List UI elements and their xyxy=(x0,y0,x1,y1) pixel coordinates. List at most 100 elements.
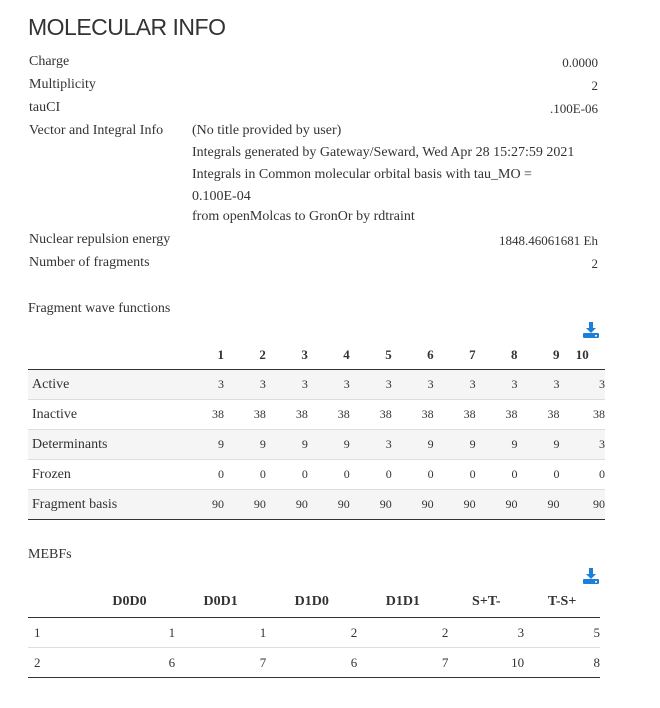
column-header: 10 xyxy=(559,341,605,370)
vector-info-line: (No title provided by user) xyxy=(192,123,342,138)
download-icon[interactable] xyxy=(583,568,599,584)
table-row: Frozen 0 0 0 0 0 0 0 0 0 0 xyxy=(28,459,605,490)
table-cell: 9 xyxy=(182,429,224,460)
table-cell: 38 xyxy=(182,399,224,430)
column-header: 4 xyxy=(307,341,350,370)
mebfs-table: D0D0 D0D1 D1D0 D1D1 S+T- T-S+ 1 1 1 2 2 … xyxy=(28,587,600,678)
table-cell: 8 xyxy=(524,647,600,678)
table-cell: 0 xyxy=(433,459,476,490)
column-header: 8 xyxy=(475,341,518,370)
table-cell: 3 xyxy=(448,617,525,648)
table-cell: 0 xyxy=(391,459,434,490)
row-label: 1 xyxy=(28,617,84,648)
table-header-row: 1 2 3 4 5 6 7 8 9 10 xyxy=(28,341,605,370)
fragment-wave-functions-title: Fragment wave functions xyxy=(28,301,171,316)
table-row: Active 3 3 3 3 3 3 3 3 3 3 xyxy=(28,369,605,400)
fragments-count-value: 2 xyxy=(591,256,599,271)
table-cell: 0 xyxy=(182,459,224,490)
table-cell: 38 xyxy=(223,399,266,430)
table-cell: 7 xyxy=(175,647,267,678)
vector-info-line: 0.100E-04 xyxy=(192,189,251,204)
table-row: 1 1 1 2 2 3 5 xyxy=(28,617,600,648)
table-cell: 90 xyxy=(182,489,224,520)
column-header: D0D0 xyxy=(84,587,176,618)
row-label: Fragment basis xyxy=(28,489,182,520)
table-cell: 5 xyxy=(524,617,600,648)
download-icon[interactable] xyxy=(583,322,599,338)
vector-info-line: from openMolcas to GronOr by rdtraint xyxy=(192,209,415,224)
table-cell: 9 xyxy=(475,429,518,460)
mebfs-title: MEBFs xyxy=(28,547,72,562)
table-cell: 90 xyxy=(391,489,434,520)
table-cell: 2 xyxy=(266,617,358,648)
table-cell: 2 xyxy=(357,617,449,648)
table-cell: 6 xyxy=(266,647,358,678)
column-header: S+T- xyxy=(448,587,525,618)
table-cell: 0 xyxy=(265,459,308,490)
table-cell: 9 xyxy=(307,429,350,460)
column-header: D1D1 xyxy=(357,587,449,618)
table-cell: 38 xyxy=(559,399,605,430)
column-header: 7 xyxy=(433,341,476,370)
table-cell: 0 xyxy=(223,459,266,490)
table-cell: 3 xyxy=(223,369,266,400)
table-cell: 90 xyxy=(517,489,560,520)
table-cell: 3 xyxy=(559,369,605,400)
table-cell: 3 xyxy=(559,429,605,460)
table-cell: 3 xyxy=(307,369,350,400)
table-cell: 90 xyxy=(265,489,308,520)
table-cell: 3 xyxy=(182,369,224,400)
table-cell: 3 xyxy=(349,369,392,400)
table-cell: 1 xyxy=(84,617,176,648)
table-cell: 90 xyxy=(223,489,266,520)
corner-cell xyxy=(28,341,182,370)
table-row: Determinants 9 9 9 9 3 9 9 9 9 3 xyxy=(28,429,605,460)
column-header: 9 xyxy=(517,341,560,370)
table-cell: 1 xyxy=(175,617,267,648)
tauci-label: tauCI xyxy=(29,100,61,115)
nuclear-repulsion-label: Nuclear repulsion energy xyxy=(29,232,171,247)
column-header: D1D0 xyxy=(266,587,358,618)
table-cell: 3 xyxy=(349,429,392,460)
row-label: Inactive xyxy=(28,399,182,430)
column-header: T-S+ xyxy=(524,587,600,618)
table-cell: 90 xyxy=(559,489,605,520)
column-header: 3 xyxy=(265,341,308,370)
table-header-row: D0D0 D0D1 D1D0 D1D1 S+T- T-S+ xyxy=(28,587,600,618)
table-cell: 38 xyxy=(433,399,476,430)
corner-cell xyxy=(28,587,84,618)
table-cell: 3 xyxy=(391,369,434,400)
row-label: Frozen xyxy=(28,459,182,490)
table-row: 2 6 7 6 7 10 8 xyxy=(28,647,600,678)
table-cell: 3 xyxy=(433,369,476,400)
table-cell: 0 xyxy=(307,459,350,490)
table-cell: 9 xyxy=(223,429,266,460)
row-label: Determinants xyxy=(28,429,182,460)
table-cell: 7 xyxy=(357,647,449,678)
table-cell: 38 xyxy=(307,399,350,430)
row-label: 2 xyxy=(28,647,84,678)
table-cell: 90 xyxy=(307,489,350,520)
vector-info-line: Integrals in Common molecular orbital ba… xyxy=(192,167,532,182)
table-cell: 38 xyxy=(265,399,308,430)
row-label: Active xyxy=(28,369,182,400)
multiplicity-value: 2 xyxy=(591,78,599,93)
table-cell: 9 xyxy=(517,429,560,460)
page-title: MOLECULAR INFO xyxy=(28,14,226,40)
vector-info-label: Vector and Integral Info xyxy=(29,123,164,138)
table-cell: 9 xyxy=(391,429,434,460)
table-cell: 3 xyxy=(265,369,308,400)
table-cell: 38 xyxy=(349,399,392,430)
tauci-value: .100E-06 xyxy=(549,101,598,116)
table-cell: 3 xyxy=(475,369,518,400)
table-cell: 10 xyxy=(448,647,525,678)
table-cell: 6 xyxy=(84,647,176,678)
table-cell: 38 xyxy=(391,399,434,430)
charge-label: Charge xyxy=(29,54,70,69)
table-cell: 9 xyxy=(433,429,476,460)
table-cell: 9 xyxy=(265,429,308,460)
table-row: Inactive 38 38 38 38 38 38 38 38 38 38 xyxy=(28,399,605,430)
table-cell: 0 xyxy=(559,459,605,490)
nuclear-repulsion-value: 1848.46061681 Eh xyxy=(499,233,598,248)
column-header: 5 xyxy=(349,341,392,370)
